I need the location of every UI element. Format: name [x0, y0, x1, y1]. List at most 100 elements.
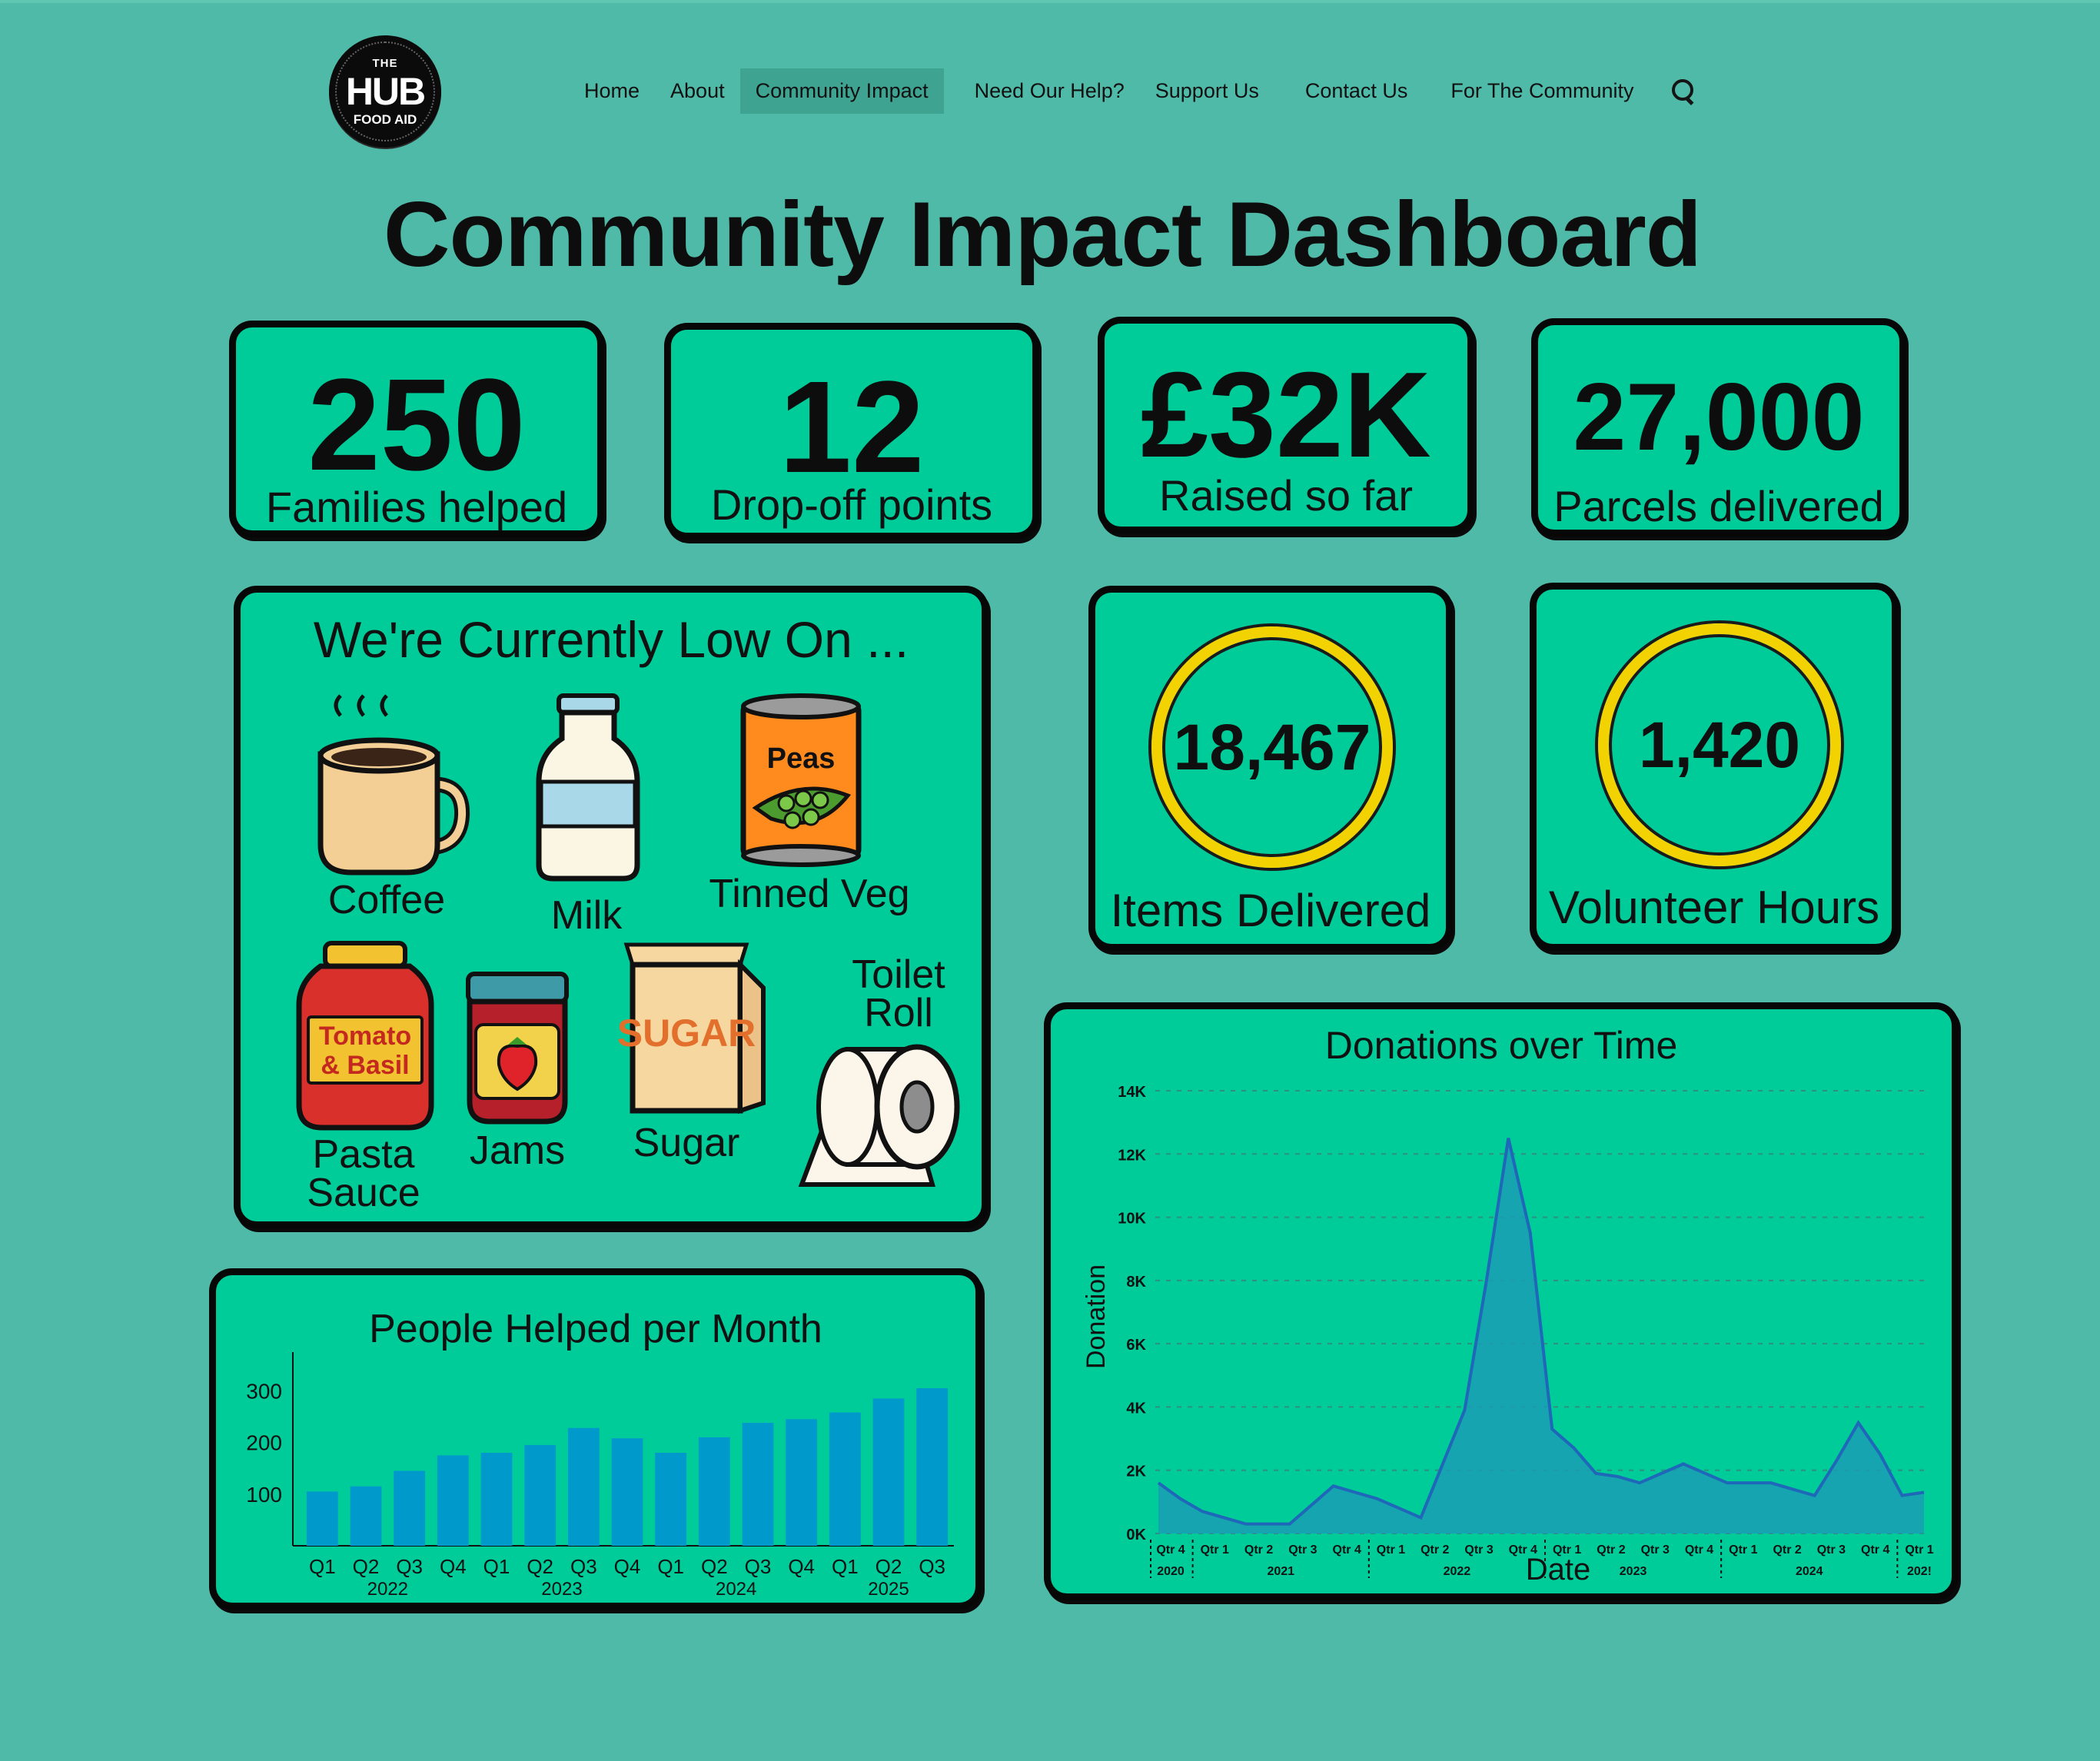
toilet-roll-icon	[798, 1044, 960, 1187]
x-tick-label: Q2	[701, 1555, 728, 1578]
y-tick-label: 2K	[1126, 1464, 1146, 1480]
year-label: 2023	[541, 1579, 582, 1600]
y-tick-label: 300	[246, 1379, 282, 1403]
stat-label: Families helped	[265, 483, 568, 531]
ring-label: Volunteer Hours	[1548, 882, 1880, 933]
sugar-label: Sugar	[633, 1121, 740, 1165]
coffee-icon	[317, 694, 470, 876]
x-tick-label: Qtr 2	[1597, 1543, 1625, 1557]
coffee-label: Coffee	[327, 878, 446, 922]
bar	[742, 1423, 774, 1546]
year-label: 2024	[716, 1579, 756, 1600]
x-tick-label: Qtr 4	[1156, 1543, 1185, 1557]
year-label: 2023	[1620, 1565, 1647, 1578]
y-tick-label: 200	[246, 1431, 282, 1455]
bar	[916, 1387, 949, 1546]
ring-value: 18,467	[1173, 710, 1371, 783]
logo-sub-text: FOOD AID	[353, 112, 417, 127]
donations-chart: 0K 2K 4K 6K 8K 10K 12K 14K Donation Qtr 4 Qtr 1 Qtr…	[1082, 1084, 1934, 1587]
x-tick-label: Q2	[527, 1555, 553, 1578]
x-tick-label: Qtr 2	[1420, 1543, 1449, 1557]
nav-contact-us[interactable]: Contact Us	[1290, 68, 1424, 114]
x-tick-label: Qtr 1	[1201, 1543, 1229, 1557]
stat-card-families: 250 Families helped	[229, 321, 604, 537]
x-tick-label: Q4	[788, 1555, 815, 1578]
bar	[872, 1398, 905, 1546]
pasta-sauce-label: Pasta Sauce	[307, 1132, 420, 1215]
donations-card: Donations over Time 0K 2K 4K 6K 8K 10K 12K 14K D…	[1044, 1002, 1959, 1600]
year-label: 202!	[1907, 1565, 1932, 1578]
y-tick-label: 12K	[1118, 1147, 1146, 1164]
x-tick-label: Q4	[440, 1555, 467, 1578]
x-tick-label: Qtr 1	[1377, 1543, 1405, 1557]
x-tick-label: Qtr 4	[1861, 1543, 1889, 1557]
bar	[567, 1427, 600, 1546]
x-tick-label: Q1	[832, 1555, 859, 1578]
bar	[394, 1470, 426, 1546]
x-tick-label: Q1	[309, 1555, 336, 1578]
nav-need-our-help[interactable]: Need Our Help?	[959, 68, 1140, 114]
low-on-title: We're Currently Low On ...	[313, 611, 909, 668]
nav-community-impact[interactable]: Community Impact	[739, 68, 944, 114]
people-helped-card: People Helped per Month 100 200 300 Q1 Q2 Q3 Q…	[209, 1268, 982, 1610]
nav-for-the-community[interactable]: For The Community	[1435, 68, 1649, 114]
nav-support-us[interactable]: Support Us	[1140, 68, 1274, 114]
main-nav: Home About Community Impact Need Our Hel…	[569, 66, 1695, 115]
ring-label: Items Delivered	[1110, 885, 1431, 936]
logo-main-text: HUB	[345, 70, 426, 113]
year-label: 2022	[367, 1579, 408, 1600]
x-tick-label: Q2	[876, 1555, 902, 1578]
year-label: 2025	[868, 1579, 909, 1600]
search-icon[interactable]	[1672, 79, 1695, 102]
bar	[655, 1453, 687, 1546]
stat-card-raised: £32K Raised so far	[1098, 317, 1474, 533]
y-tick-label: 8K	[1126, 1274, 1146, 1291]
ring-card-items: 18,467 Items Delivered	[1088, 586, 1453, 951]
ring-value: 1,420	[1638, 708, 1801, 781]
volunteer-ring: 1,420	[1598, 623, 1841, 866]
stat-card-drop-off: 12 Drop-off points	[664, 323, 1039, 540]
year-label: 2021	[1267, 1565, 1294, 1578]
y-axis-label: Donation	[1082, 1264, 1111, 1369]
x-tick-label: Q3	[570, 1555, 597, 1578]
bar	[437, 1455, 469, 1546]
ring-card-volunteer: 1,420 Volunteer Hours	[1530, 583, 1899, 951]
x-tick-label: Q3	[919, 1555, 945, 1578]
low-on-card: We're Currently Low On ... Coffee Milk P…	[234, 586, 989, 1228]
nav-about[interactable]: About	[655, 68, 740, 114]
y-tick-label: 100	[246, 1483, 282, 1507]
tinned-veg-label: Tinned Veg	[709, 872, 910, 916]
year-label: 2022	[1444, 1565, 1471, 1578]
y-tick-label: 4K	[1126, 1400, 1146, 1417]
stat-label: Parcels delivered	[1553, 482, 1884, 530]
bar	[786, 1419, 818, 1546]
toilet-roll-label: Toilet Roll	[852, 952, 945, 1035]
top-border	[0, 0, 2100, 3]
stat-value: 250	[307, 352, 526, 498]
x-axis-label: Date	[1526, 1553, 1591, 1587]
jar-text-2: & Basil	[321, 1051, 409, 1080]
x-tick-label: Qtr 3	[1641, 1543, 1670, 1557]
bar	[306, 1491, 338, 1546]
nav-home[interactable]: Home	[569, 68, 655, 114]
x-tick-label: Q1	[657, 1555, 684, 1578]
x-tick-label: Qtr 2	[1773, 1543, 1801, 1557]
year-label: 2020	[1157, 1565, 1185, 1578]
page-title: Community Impact Dashboard	[383, 183, 1702, 286]
x-tick-label: Qtr 2	[1244, 1543, 1273, 1557]
y-tick-label: 0K	[1126, 1527, 1146, 1543]
bar	[350, 1486, 382, 1546]
x-tick-label: Q3	[745, 1555, 772, 1578]
y-tick-label: 10K	[1118, 1211, 1146, 1228]
bar	[829, 1412, 861, 1546]
bar	[611, 1438, 643, 1546]
x-tick-label: Q2	[353, 1555, 380, 1578]
milk-icon	[536, 693, 640, 882]
hub-food-aid-logo[interactable]: THE HUB FOOD AID	[329, 35, 441, 148]
items-ring: 18,467	[1151, 626, 1393, 868]
bag-text: SUGAR	[617, 1012, 756, 1055]
stat-value: 27,000	[1573, 364, 1865, 470]
x-tick-label: Q1	[483, 1555, 510, 1578]
stat-value: 12	[779, 354, 925, 500]
tinned-veg-icon: Peas	[740, 693, 862, 867]
